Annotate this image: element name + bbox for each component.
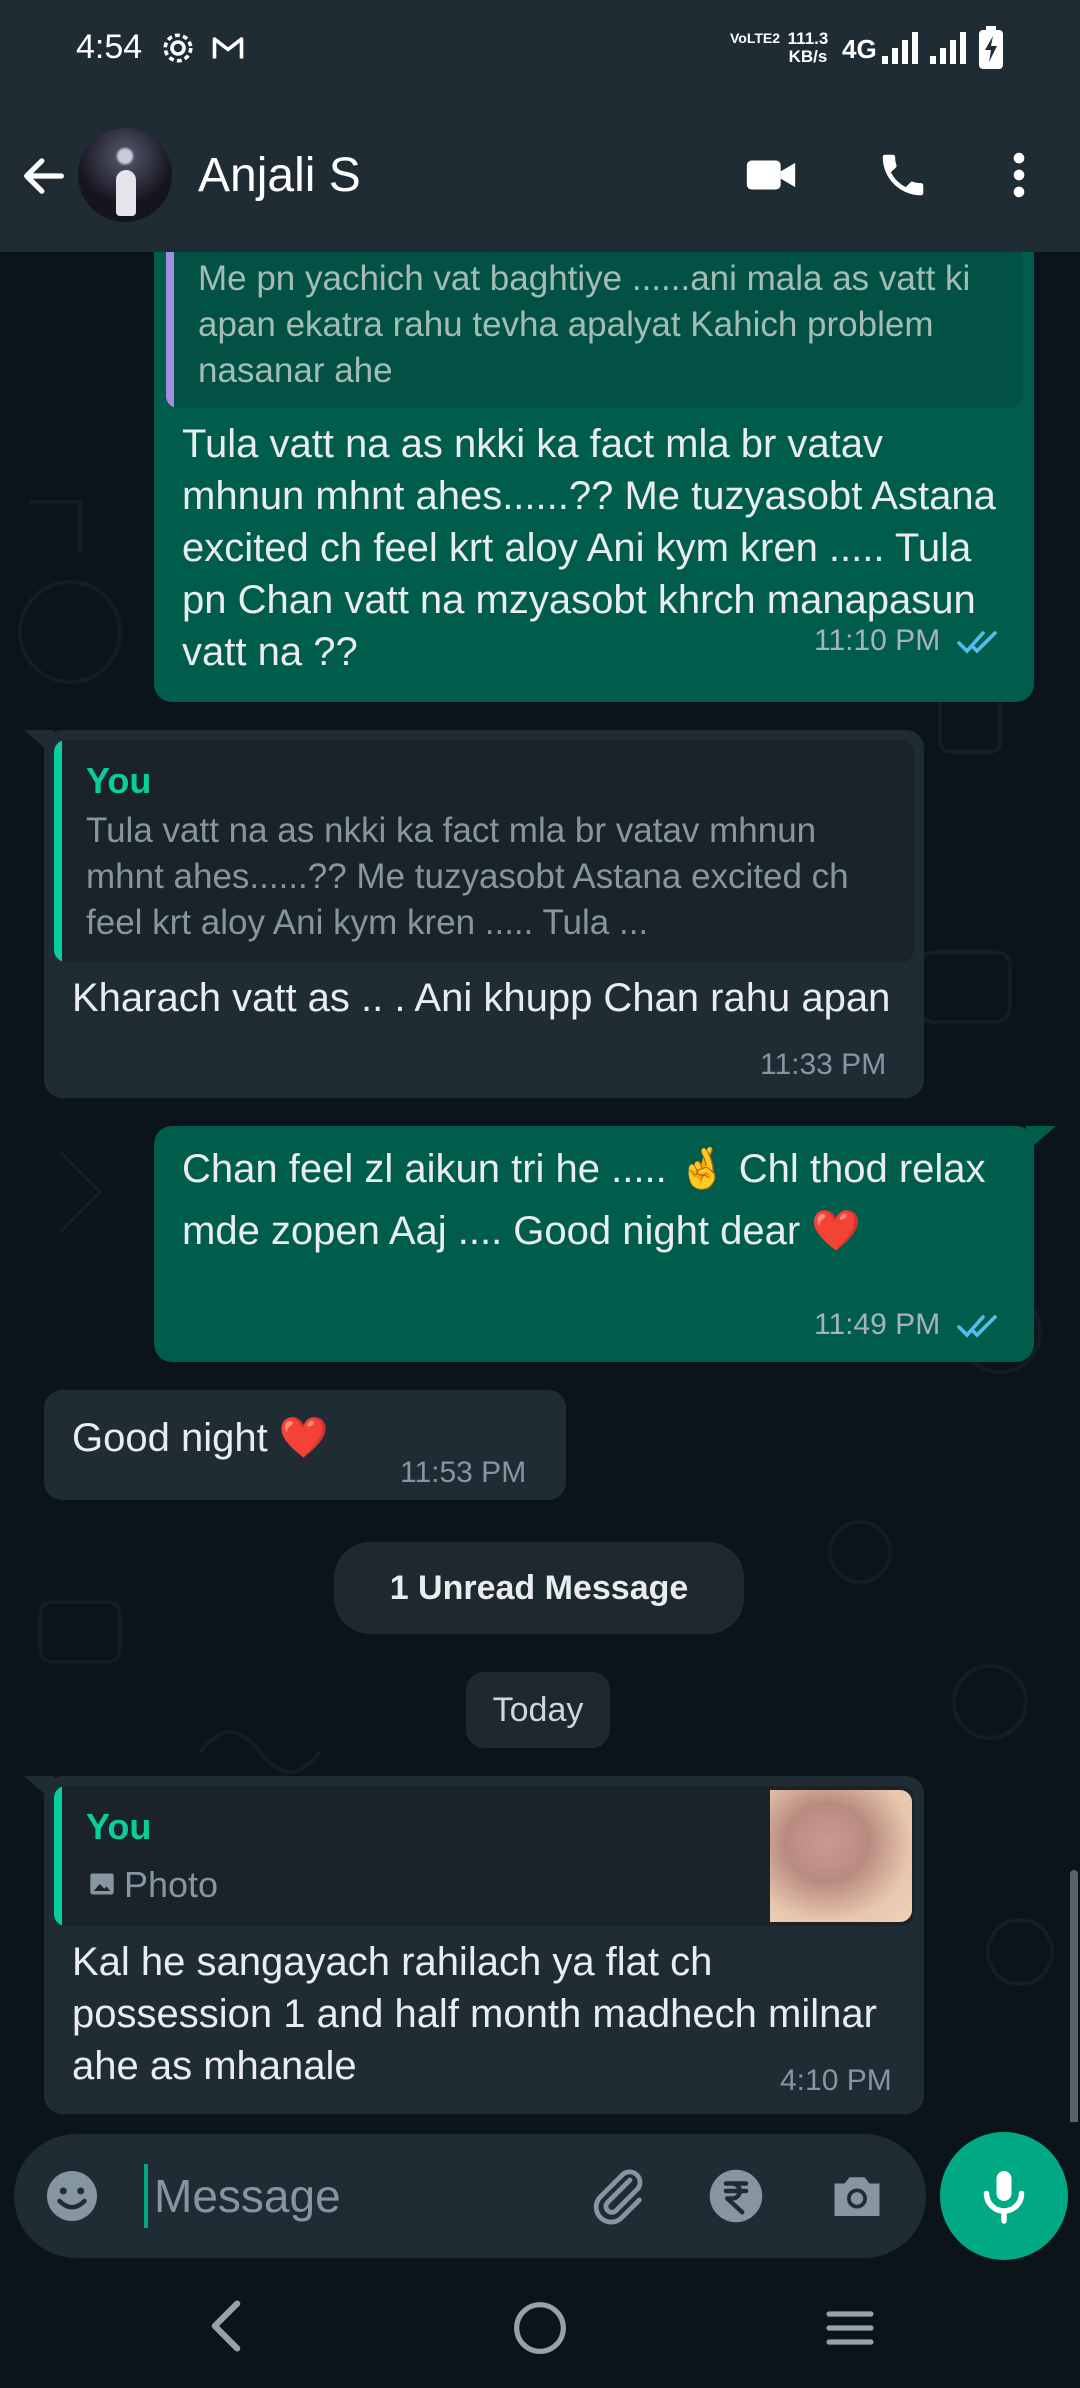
message-composer: [14, 2134, 926, 2258]
signal-icon-2: [930, 32, 966, 64]
message-bubble-incoming[interactable]: Good night ❤️ 11:53 PM: [44, 1390, 566, 1500]
top-bar: 4:54 VoLTE2 111.3 KB/s 4G Anjali S: [0, 0, 1080, 252]
nav-back-icon[interactable]: [206, 2298, 246, 2354]
read-receipt-icon: [956, 1315, 997, 1338]
date-separator: Today: [466, 1672, 610, 1748]
more-options-icon[interactable]: [1000, 146, 1038, 204]
message-bubble-outgoing[interactable]: Me pn yachich vat baghtiye ......ani mal…: [154, 252, 1034, 702]
network-type: 4G: [842, 34, 877, 64]
quoted-message[interactable]: You Tula vatt na as nkki ka fact mla br …: [54, 740, 914, 962]
nav-home-icon[interactable]: [512, 2300, 568, 2356]
quote-accent-bar: [54, 740, 62, 962]
message-input[interactable]: [144, 2164, 564, 2228]
contact-name[interactable]: Anjali S: [198, 148, 361, 203]
message-text: Kharach vatt as .. . Ani khupp Chan rahu…: [72, 976, 891, 1020]
bubble-tail-incoming: [24, 1776, 54, 1802]
speed-unit: KB/s: [788, 47, 828, 66]
read-receipt-icon: [956, 631, 997, 654]
network-speed: 111.3 KB/s: [776, 30, 840, 66]
microphone-icon: [983, 2171, 1025, 2224]
message-time: 11:10 PM: [814, 624, 941, 657]
quoted-text: Me pn yachich vat baghtiye ......ani mal…: [198, 259, 971, 390]
message-time: 11:33 PM: [760, 1048, 887, 1081]
quote-accent-bar: [166, 252, 174, 408]
message-time: 11:53 PM: [400, 1456, 527, 1489]
quoted-media-label: Photo: [124, 1864, 219, 1905]
attach-icon[interactable]: [586, 2164, 650, 2228]
quoted-text: Tula vatt na as nkki ka fact mla br vata…: [86, 811, 849, 942]
chat-scrollbar[interactable]: [1070, 1870, 1078, 2122]
chat-area[interactable]: Me pn yachich vat baghtiye ......ani mal…: [0, 252, 1080, 2122]
unread-messages-banner: 1 Unread Message: [334, 1542, 744, 1634]
message-text: Kal he sangayach rahilach ya flat ch pos…: [72, 1940, 877, 2088]
video-call-icon[interactable]: [742, 146, 800, 204]
message-text: Good night ❤️: [72, 1416, 329, 1460]
speed-value: 111.3: [787, 29, 829, 48]
system-navigation-bar: [0, 2270, 1080, 2388]
photo-icon: [90, 1873, 114, 1895]
back-arrow-icon[interactable]: [18, 150, 70, 202]
avatar[interactable]: [78, 128, 172, 222]
status-time: 4:54: [76, 28, 143, 66]
battery-charging-icon: [979, 26, 1003, 69]
message-time: 4:10 PM: [780, 2064, 892, 2097]
message-meta: 11:49 PM: [814, 1308, 1001, 1342]
quoted-author: You: [86, 1806, 152, 1847]
nav-recents-icon[interactable]: [822, 2300, 878, 2356]
quoted-photo-thumbnail: [770, 1790, 912, 1922]
quoted-author: You: [86, 760, 152, 801]
bubble-tail-incoming: [24, 730, 54, 756]
bubble-tail-outgoing: [1026, 1126, 1056, 1152]
quoted-message[interactable]: You Photo: [54, 1786, 914, 1926]
status-bar: 4:54 VoLTE2 111.3 KB/s 4G: [0, 0, 1080, 100]
voice-call-icon[interactable]: [876, 146, 930, 204]
camera-icon[interactable]: [826, 2166, 888, 2226]
message-text: Chan feel zl aikun tri he ..... 🤞 Chl th…: [182, 1147, 986, 1253]
quoted-message[interactable]: Me pn yachich vat baghtiye ......ani mal…: [166, 252, 1022, 408]
message-meta: 11:10 PM: [814, 624, 1001, 658]
message-bubble-outgoing[interactable]: Chan feel zl aikun tri he ..... 🤞 Chl th…: [154, 1126, 1034, 1362]
chat-header: Anjali S: [0, 120, 1080, 230]
voice-record-button[interactable]: [940, 2132, 1068, 2260]
quote-accent-bar: [54, 1786, 62, 1926]
message-bubble-incoming[interactable]: You Tula vatt na as nkki ka fact mla br …: [44, 730, 924, 1098]
message-bubble-incoming[interactable]: You Photo Kal he sangayach rahilach ya f…: [44, 1776, 924, 2114]
volte-indicator: VoLTE2: [730, 30, 781, 46]
signal-icon-1: [882, 32, 918, 64]
rupee-payment-icon[interactable]: [706, 2166, 766, 2226]
message-time: 11:49 PM: [814, 1308, 941, 1341]
settings-icon: [163, 33, 193, 63]
gmail-icon: [212, 37, 244, 59]
emoji-icon[interactable]: [42, 2166, 102, 2226]
